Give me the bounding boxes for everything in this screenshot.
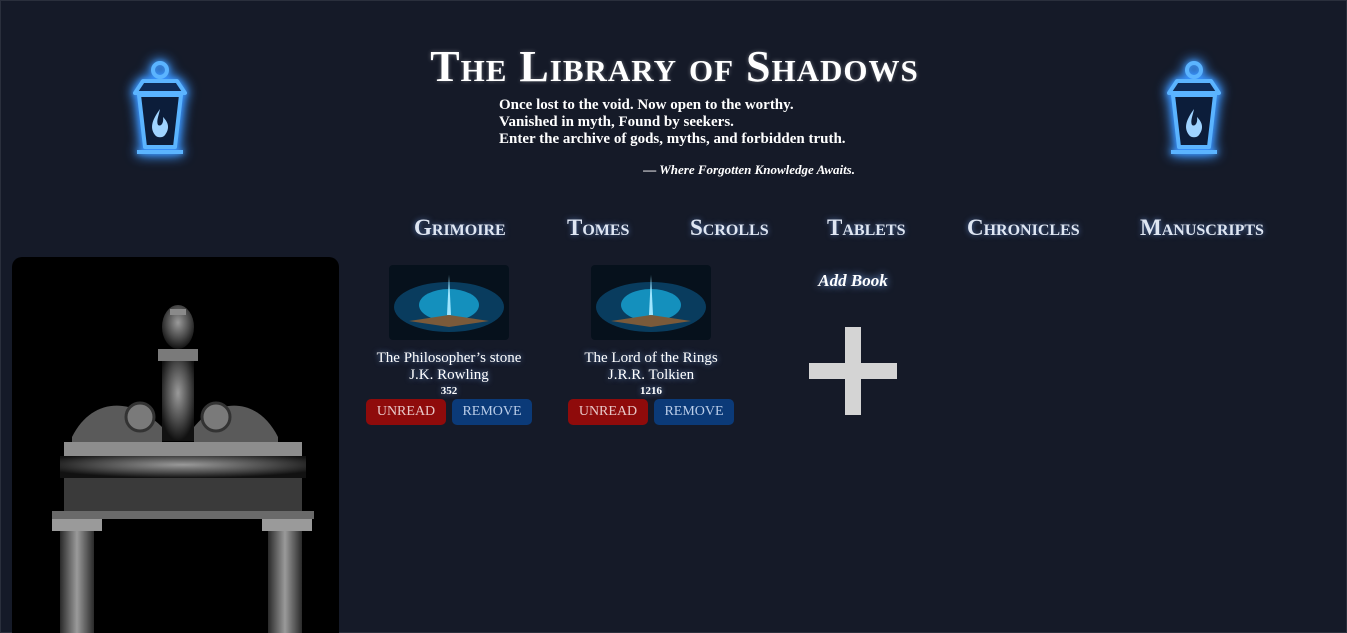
- book-actions: UNREAD REMOVE: [566, 399, 736, 425]
- book-author: J.R.R. Tolkien: [607, 367, 695, 383]
- remove-button[interactable]: REMOVE: [654, 399, 734, 425]
- remove-button[interactable]: REMOVE: [452, 399, 532, 425]
- nav-item-manuscripts[interactable]: Manuscripts: [1140, 215, 1264, 241]
- category-nav: Grimoire Tomes Scrolls Tablets Chronicle…: [1, 215, 1347, 245]
- book-actions: UNREAD REMOVE: [364, 399, 534, 425]
- subtitle-line: Once lost to the void. Now open to the w…: [499, 97, 794, 113]
- subtitle-line: Enter the archive of gods, myths, and fo…: [499, 131, 846, 147]
- arch-image: [12, 257, 339, 633]
- book-author: J.K. Rowling: [409, 367, 489, 383]
- plus-icon[interactable]: [809, 327, 897, 415]
- book-pages: 1216: [640, 385, 662, 397]
- book-cover[interactable]: [591, 265, 711, 340]
- read-status-button[interactable]: UNREAD: [568, 399, 648, 425]
- site-subtitle: Once lost to the void. Now open to the w…: [499, 97, 879, 148]
- book-pages: 352: [440, 385, 458, 397]
- nav-item-grimoire[interactable]: Grimoire: [414, 215, 506, 241]
- add-book-label: Add Book: [818, 271, 888, 290]
- book-cover[interactable]: [389, 265, 509, 340]
- nav-item-tomes[interactable]: Tomes: [567, 215, 629, 241]
- book-title: The Philosopher’s stone: [376, 350, 522, 366]
- book-title: The Lord of the Rings: [584, 350, 718, 366]
- read-status-button[interactable]: UNREAD: [366, 399, 446, 425]
- site-tagline: — Where Forgotten Knowledge Awaits.: [643, 162, 855, 177]
- book-card: The Lord of the Rings J.R.R. Tolkien 121…: [566, 265, 736, 425]
- nav-item-scrolls[interactable]: Scrolls: [690, 215, 769, 241]
- nav-item-tablets[interactable]: Tablets: [827, 215, 905, 241]
- nav-item-chronicles[interactable]: Chronicles: [967, 215, 1080, 241]
- book-card: The Philosopher’s stone J.K. Rowling 352…: [364, 265, 534, 425]
- subtitle-line: Vanished in myth, Found by seekers.: [499, 114, 734, 130]
- site-title: The Library of Shadows: [430, 42, 919, 91]
